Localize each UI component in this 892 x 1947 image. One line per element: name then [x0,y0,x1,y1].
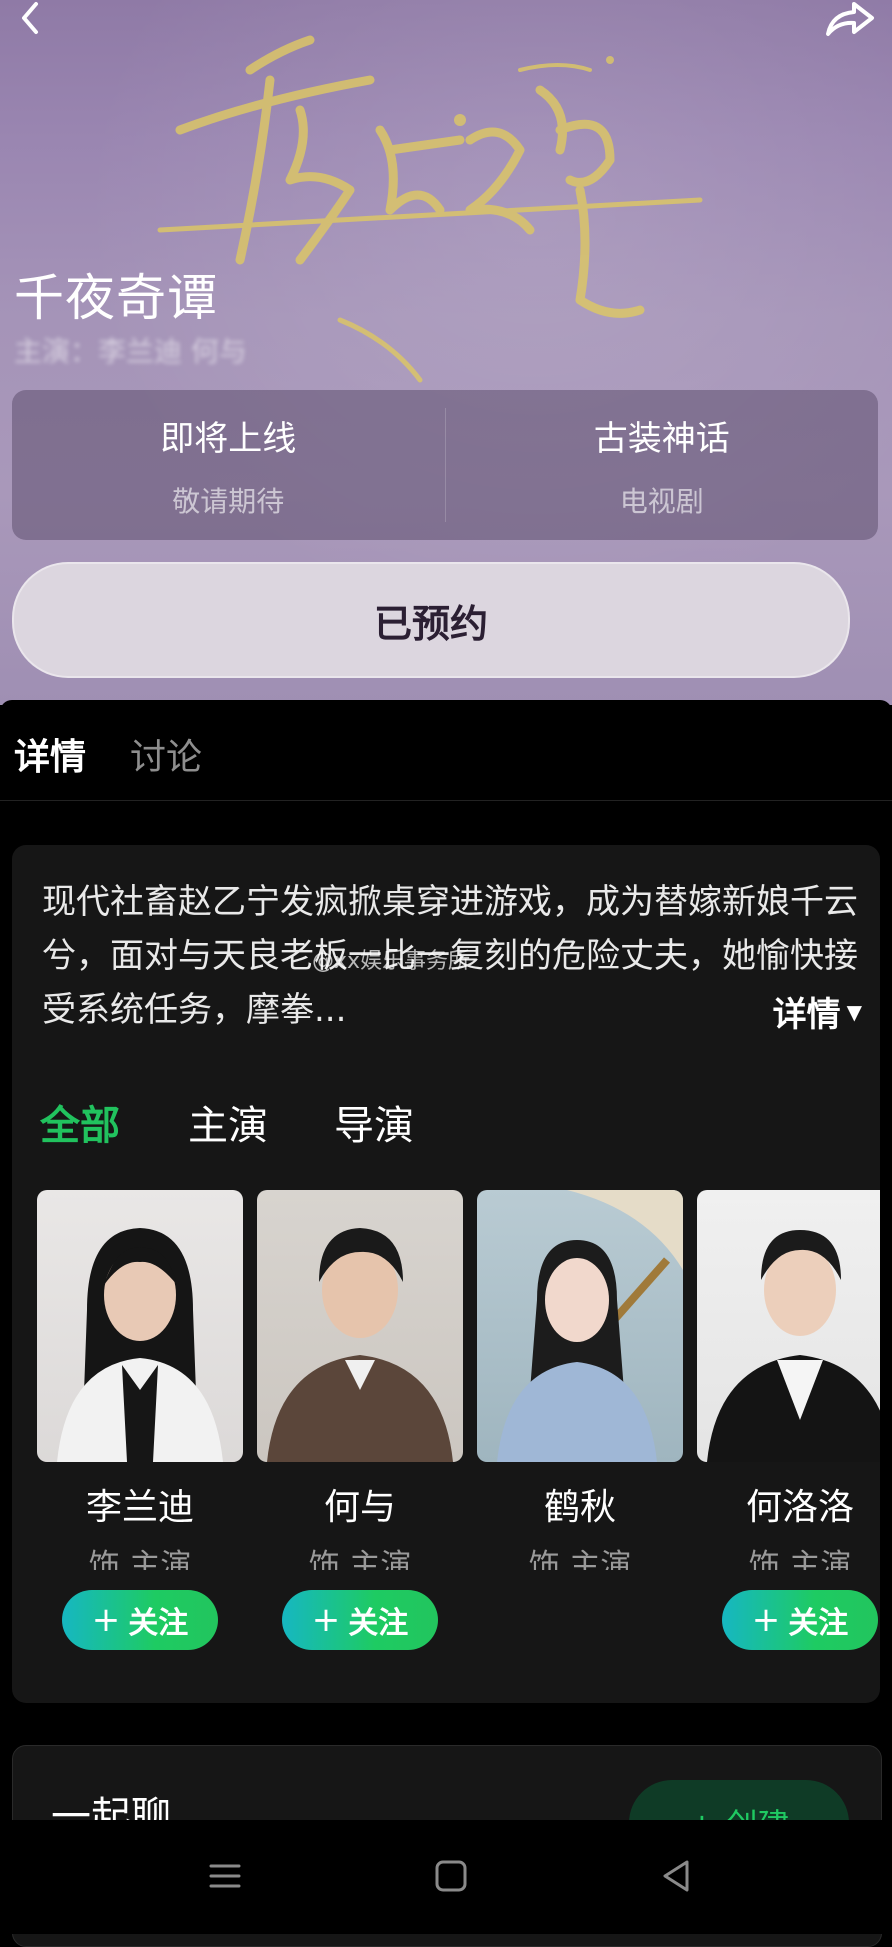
cast-card[interactable]: 何与 饰 主演 [257,1190,463,1570]
cast-photo[interactable] [697,1190,880,1462]
hero-banner: 千夜奇谭 主演：李兰迪 何与 即将上线 敬请期待 古装神话 电视剧 已预约 [0,0,892,705]
filter-lead-actors[interactable]: 主演 [188,1093,268,1151]
follow-label: 关注 [788,1606,849,1641]
portrait-image [57,1228,223,1462]
portrait-image [707,1230,880,1462]
genre-label: 古装神话 [593,418,730,459]
cast-role: 饰 主演 [748,1548,852,1570]
chevron-left-icon [22,2,38,34]
follow-label: 关注 [348,1606,409,1641]
content-panel: 详情 讨论 现代社畜赵乙宁发疯掀桌穿进游戏，成为替嫁新娘千云兮，面对与天良老板一… [0,700,892,1947]
cast-name: 何与 [323,1487,396,1528]
cast-name: 李兰迪 [85,1487,194,1528]
plus-icon: + [751,1600,781,1640]
follow-button[interactable]: + 关注 [722,1590,878,1650]
cast-photo[interactable] [37,1190,243,1462]
cast-role: 饰 主演 [88,1548,192,1570]
genre-info: 古装神话 电视剧 [446,390,879,540]
page-title: 千夜奇谭 [14,269,218,327]
tab-details[interactable]: 详情 [14,728,86,780]
cast-name: 何洛洛 [745,1487,854,1528]
cast-role: 饰 主演 [308,1548,412,1570]
cast-card[interactable]: 鹤秋 饰 主演 [477,1190,683,1570]
filter-directors[interactable]: 导演 [334,1093,414,1151]
expand-details-link[interactable]: 详情 ▼ [762,987,862,1036]
portrait-image [497,1190,683,1462]
follow-label: 关注 [128,1606,189,1641]
cast-name: 鹤秋 [543,1487,616,1528]
home-square-icon[interactable] [431,1856,471,1896]
release-status-sub: 敬请期待 [172,484,285,518]
follow-button[interactable]: + 关注 [62,1590,218,1650]
system-nav-bar [0,1820,892,1934]
back-button[interactable] [10,0,70,46]
portrait-image [267,1228,453,1462]
cast-role: 饰 主演 [528,1548,632,1570]
filter-all[interactable]: 全部 [40,1093,120,1151]
reserved-button[interactable]: 已预约 [12,562,850,678]
expand-details-label: 详情 [772,995,841,1035]
release-status-label: 即将上线 [160,418,297,459]
cast-card[interactable]: 李兰迪 饰 主演 [37,1190,243,1570]
share-arrow-icon [826,2,874,36]
subtitle-cast: 主演：李兰迪 何与 [14,335,247,368]
show-info-card: 即将上线 敬请期待 古装神话 电视剧 [12,390,878,540]
cast-photo[interactable] [257,1190,463,1462]
cast-photo[interactable] [477,1190,683,1462]
cast-list[interactable]: 李兰迪 饰 主演 何与 饰 主演 鹤秋 饰 主演 何洛洛 饰 主演 [37,1190,880,1570]
caret-down-icon: ▼ [846,999,862,1024]
menu-icon[interactable] [205,1856,245,1896]
back-triangle-icon[interactable] [657,1856,697,1896]
plus-icon: + [311,1600,341,1640]
watermark: @xx娱乐事务所 [312,949,471,974]
genre-type: 电视剧 [619,484,704,518]
cast-card[interactable]: 何洛洛 饰 主演 [697,1190,880,1570]
follow-button[interactable]: + 关注 [282,1590,438,1650]
share-button[interactable] [820,0,880,46]
plus-icon: + [91,1600,121,1640]
tab-bar: 详情 讨论 [0,700,892,801]
tab-discussion[interactable]: 讨论 [130,728,202,780]
release-status: 即将上线 敬请期待 [12,390,445,540]
detail-card: 现代社畜赵乙宁发疯掀桌穿进游戏，成为替嫁新娘千云兮，面对与天良老板一比一复刻的危… [12,845,880,1703]
